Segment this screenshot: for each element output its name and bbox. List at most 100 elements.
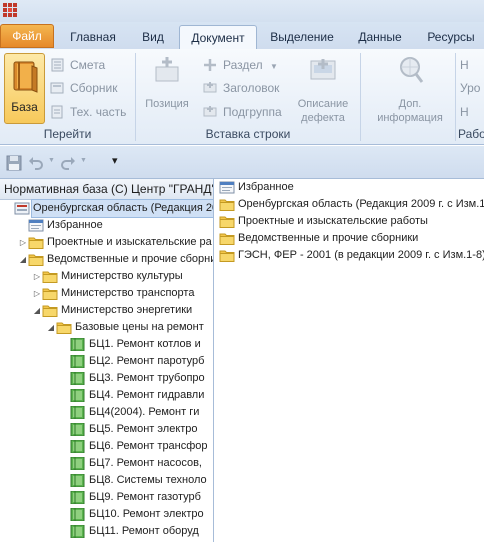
smeta-button[interactable]: Смета [50, 55, 105, 75]
tree-node-label: БЦ4. Ремонт гидравли [89, 389, 205, 401]
favorites-icon [28, 219, 44, 232]
tree-node-label: Министерство энергетики [61, 304, 193, 316]
favorites-icon [219, 181, 235, 194]
additional-info-button[interactable]: Доп. информация [368, 55, 452, 125]
customize-toolbar-icon[interactable]: ▾ [112, 154, 118, 167]
quick-access-toolbar: ▼ ▼ ▾ [0, 146, 484, 179]
tab-selection[interactable]: Выделение [262, 25, 342, 50]
group-label-cut: Рабо [458, 127, 484, 141]
subgroup-label: Подгруппа [223, 105, 282, 119]
tab-resources[interactable]: Ресурсы [418, 25, 484, 50]
database-book-icon [13, 61, 38, 93]
book-icon [70, 371, 86, 386]
list-item-label: Оренбургская область (Редакция 2009 г. с… [238, 198, 484, 210]
tree-node[interactable]: БЦ7. Ремонт насосов, [0, 455, 213, 472]
tab-file[interactable]: Файл [0, 24, 54, 48]
folder-icon [42, 304, 58, 317]
tree-node[interactable]: БЦ9. Ремонт газотурб [0, 489, 213, 506]
chevron-down-icon[interactable]: ▼ [48, 157, 55, 164]
book-icon [70, 439, 86, 454]
heading-label: Заголовок [223, 81, 280, 95]
cut-button-h[interactable]: Н [458, 55, 469, 75]
defect-description-button[interactable]: Описание дефекта [290, 55, 356, 125]
book-icon [70, 524, 86, 539]
chevron-down-icon[interactable]: ▼ [80, 157, 87, 164]
tree-node-label: Ведомственные и прочие сборни [47, 253, 214, 265]
tree-node-label: БЦ5. Ремонт электро [89, 423, 198, 435]
tab-home[interactable]: Главная [60, 25, 126, 50]
position-label: Позиция [145, 98, 189, 110]
tree-collapse-icon[interactable]: ◢ [46, 319, 56, 336]
tree-node[interactable]: БЦ5. Ремонт электро [0, 421, 213, 438]
tree-node-label: Избранное [47, 219, 103, 231]
folder-icon [219, 249, 235, 262]
tree-node[interactable]: Оренбургская область (Редакция 20 [0, 199, 213, 218]
redo-icon[interactable] [60, 155, 76, 171]
folder-icon [28, 236, 44, 249]
folder-icon [219, 215, 235, 228]
tab-view[interactable]: Вид [130, 25, 176, 50]
heading-button[interactable]: Заголовок [203, 78, 279, 98]
cut-button-h2[interactable]: Н [458, 102, 469, 122]
tree-node[interactable]: БЦ6. Ремонт трансфор [0, 438, 213, 455]
tree-expand-icon[interactable]: ▷ [32, 268, 42, 285]
tree-node[interactable]: БЦ8. Системы техноло [0, 472, 213, 489]
book-icon [70, 456, 86, 471]
position-button[interactable]: Позиция [139, 55, 195, 115]
chevron-down-icon: ▼ [270, 62, 278, 71]
undo-icon[interactable] [28, 155, 44, 171]
group-separator [455, 53, 456, 141]
tree-node[interactable]: БЦ2. Ремонт паротурб [0, 353, 213, 370]
tree-node[interactable]: ◢ Ведомственные и прочие сборни [0, 251, 214, 268]
tree-node-label: Проектные и изыскательские ра [47, 236, 212, 248]
tree-node[interactable]: БЦ11. Ремонт оборуд [0, 523, 213, 540]
defect-line1: Описание [297, 98, 349, 110]
tree-node-label: БЦ4(2004). Ремонт ги [89, 406, 200, 418]
tree-node[interactable]: ▷ Министерство транспорта [0, 285, 213, 302]
tree-node[interactable]: БЦ4(2004). Ремонт ги [0, 404, 213, 421]
tree-node[interactable]: ◢ Базовые цены на ремонт [0, 319, 213, 336]
tree-node[interactable]: Избранное [0, 217, 213, 234]
insert-position-icon [155, 57, 179, 82]
estimate-icon [51, 58, 64, 72]
tree-collapse-icon[interactable]: ◢ [32, 302, 42, 319]
tab-data[interactable]: Данные [347, 25, 413, 50]
book-icon [70, 388, 86, 403]
defect-line2: дефекта [301, 112, 345, 124]
addinfo-line1: Доп. [398, 98, 422, 110]
tree-node[interactable]: БЦ3. Ремонт трубопро [0, 370, 213, 387]
cut-label-h: Н [460, 58, 469, 72]
tree-node-label: БЦ9. Ремонт газотурб [89, 491, 201, 503]
tree-node-label: БЦ10. Ремонт электро [89, 508, 204, 520]
tree-node[interactable]: ◢ Министерство энергетики [0, 302, 213, 319]
cut-label-h2: Н [460, 105, 469, 119]
tree-collapse-icon[interactable]: ◢ [18, 251, 28, 268]
title-bar [0, 0, 484, 22]
cut-button-uro[interactable]: Уро [458, 78, 480, 98]
magnifier-globe-icon [400, 57, 424, 83]
tree-expand-icon[interactable]: ▷ [32, 285, 42, 302]
tree-expand-icon[interactable]: ▷ [18, 234, 28, 251]
app-icon [3, 3, 17, 17]
section-button[interactable]: Раздел ▼ [203, 55, 278, 75]
folder-icon [42, 270, 58, 283]
sbornik-label: Сборник [70, 81, 118, 95]
tree-node[interactable]: ▷ Проектные и изыскательские ра [0, 234, 213, 251]
subgroup-button[interactable]: Подгруппа [203, 102, 282, 122]
book-icon [70, 507, 86, 522]
defect-description-icon [310, 59, 336, 80]
techpart-button[interactable]: Тех. часть [50, 102, 126, 122]
baza-button[interactable]: База [4, 53, 45, 124]
sbornik-button[interactable]: Сборник [50, 78, 117, 98]
tab-document[interactable]: Документ [179, 25, 257, 52]
book-icon [70, 337, 86, 352]
tech-part-icon [51, 105, 63, 119]
save-icon[interactable] [6, 155, 22, 171]
list-item-label: Избранное [238, 181, 294, 193]
tree-node[interactable]: ▷ Министерство культуры [0, 268, 213, 285]
tree-node-label: Министерство транспорта [61, 287, 195, 299]
tree-node[interactable]: БЦ10. Ремонт электро [0, 506, 213, 523]
tree-node-label: БЦ6. Ремонт трансфор [89, 440, 208, 452]
tree-node[interactable]: БЦ4. Ремонт гидравли [0, 387, 213, 404]
tree-node[interactable]: БЦ1. Ремонт котлов и [0, 336, 213, 353]
